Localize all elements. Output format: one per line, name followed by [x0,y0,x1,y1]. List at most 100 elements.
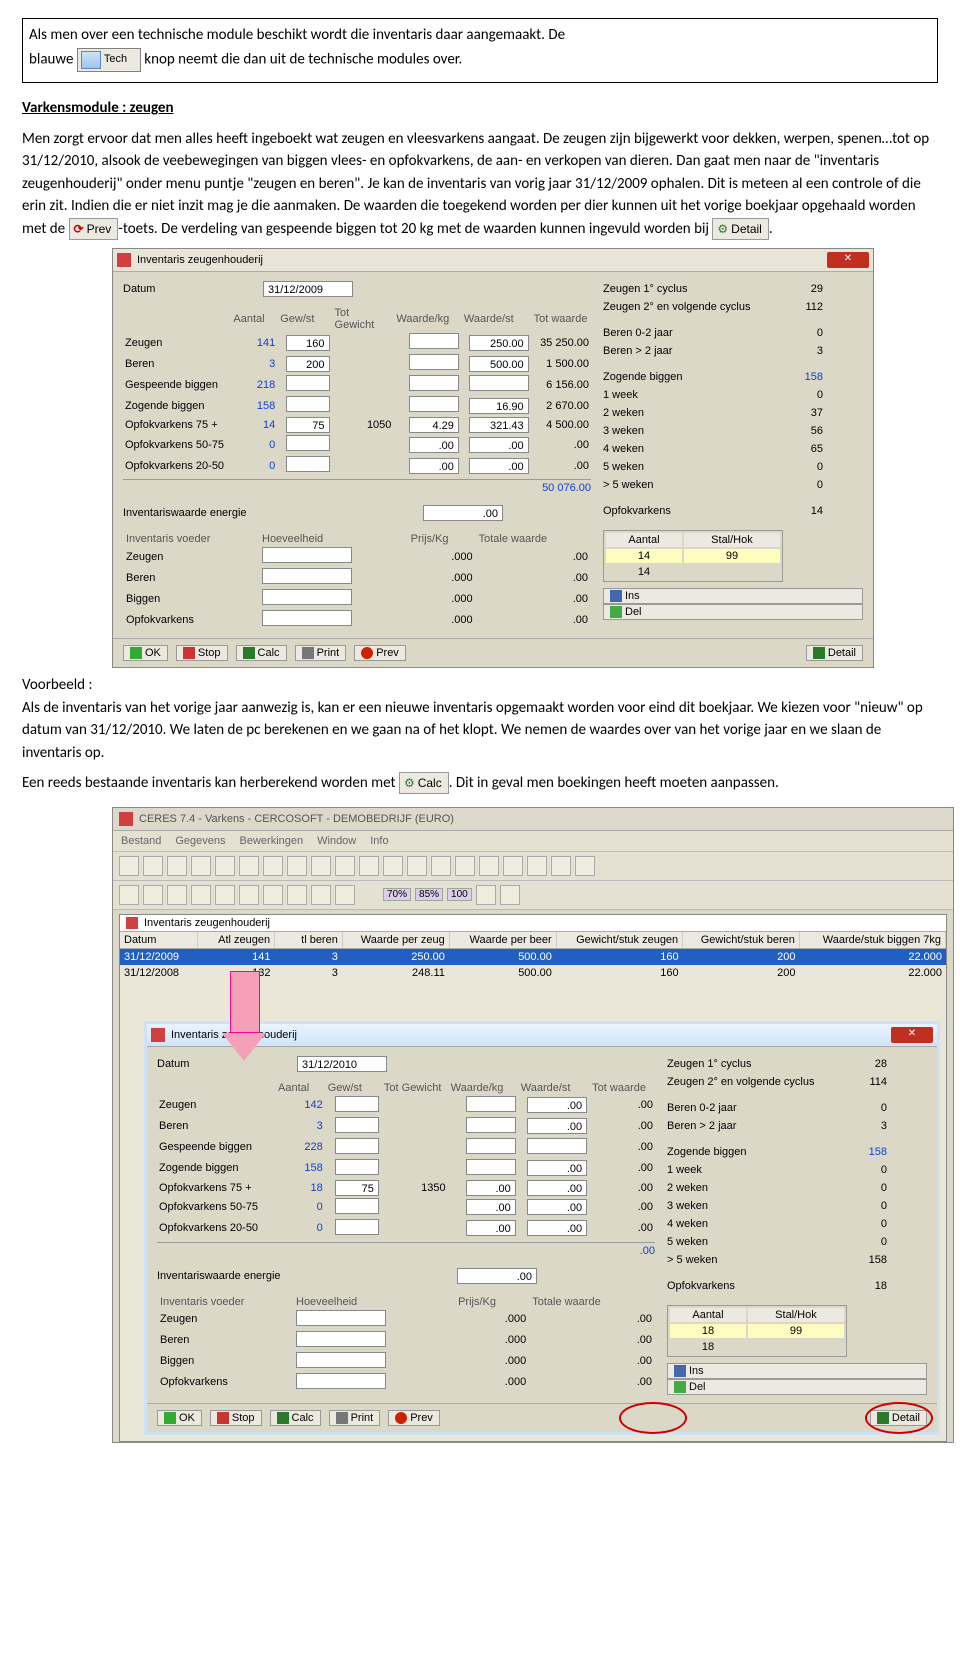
menu-item[interactable]: Bewerkingen [240,835,304,847]
detail-button-inline[interactable]: Detail [712,218,768,240]
toolbar-icon[interactable] [143,885,163,905]
energy-label: Inventariswaarde energie [157,1270,457,1282]
stat-value: 0 [837,1218,887,1230]
table-row: Zeugen 141 160 250.00 35 250.00 [123,332,591,353]
calc-button-inline[interactable]: Calc [399,772,449,794]
toolbar-icon[interactable] [263,885,283,905]
toolbar-icon[interactable] [383,856,403,876]
toolbar-icon[interactable] [215,856,235,876]
toolbar-icon[interactable] [215,885,235,905]
toolbar-icon[interactable] [191,856,211,876]
toolbar-2: 70% 85% 100 [113,881,953,910]
menu-item[interactable]: Window [317,835,356,847]
dialog-title: Inventaris zeugenhouderij [171,1029,891,1041]
ok-button[interactable]: OK [123,645,168,661]
stat-value: 37 [773,407,823,419]
toolbar-icon[interactable] [311,885,331,905]
del-button[interactable]: Del [603,604,863,620]
table-row: Zeugen .000 .00 [123,546,591,567]
ins-button[interactable]: Ins [667,1363,927,1379]
body-text: Als de inventaris van het vorige jaar aa… [22,699,923,762]
stat-label: Zeugen 1° cyclus [667,1058,837,1070]
toolbar-icon[interactable] [575,856,595,876]
toolbar-icon[interactable] [503,856,523,876]
body-text: Men zorgt ervoor dat men alles heeft ing… [22,128,938,241]
toolbar-icon[interactable] [527,856,547,876]
menu-item[interactable]: Bestand [121,835,161,847]
zoom-pct[interactable]: 70% [383,888,411,901]
toolbar-icon[interactable] [335,856,355,876]
menu-item[interactable]: Info [370,835,388,847]
toolbar-icon[interactable] [239,885,259,905]
close-icon[interactable]: ✕ [891,1027,933,1043]
stat-value: 14 [773,505,823,517]
stat-value: 114 [837,1076,887,1088]
toolbar-icon[interactable] [359,856,379,876]
toolbar-icon[interactable] [287,885,307,905]
zoom-pct[interactable]: 85% [415,888,443,901]
list-row[interactable]: 31/12/20091413 250.00500.00160 20022.000 [120,949,946,965]
toolbar-icon[interactable] [335,885,355,905]
toolbar-icon[interactable] [263,856,283,876]
box-text: Als men over een technische module besch… [29,26,565,44]
stat-label: Beren > 2 jaar [667,1120,837,1132]
app-title: CERES 7.4 - Varkens - CERCOSOFT - DEMOBE… [139,813,454,825]
toolbar [113,852,953,881]
stat-value: 158 [837,1254,887,1266]
menu-item[interactable]: Gegevens [175,835,225,847]
app-icon [119,812,133,826]
toolbar-icon[interactable] [119,856,139,876]
stop-button[interactable]: Stop [176,645,228,661]
calc-button[interactable]: Calc [236,645,287,661]
body-text: Een reeds bestaande inventaris kan herbe… [22,772,938,795]
toolbar-icon[interactable] [431,856,451,876]
toolbar-icon[interactable] [455,856,475,876]
tech-button[interactable]: Tech [77,48,141,72]
stop-button[interactable]: Stop [210,1410,262,1426]
energy-input[interactable]: .00 [423,505,503,521]
del-button[interactable]: Del [667,1379,927,1395]
toolbar-icon[interactable] [143,856,163,876]
prev-button-inline[interactable]: Prev [69,218,119,240]
toolbar-icon[interactable] [191,885,211,905]
toolbar-icon[interactable] [167,885,187,905]
table-row: Beren .000 .00 [157,1330,655,1351]
toolbar-icon[interactable] [476,885,496,905]
list-header: DatumAtl zeugentl berenWaarde per zeugWa… [120,932,946,949]
zoom-pct[interactable]: 100 [447,888,472,901]
opfok-table: AantalStal/Hok 1899 18 [667,1305,847,1357]
stat-value: 28 [837,1058,887,1070]
prev-button[interactable]: Prev [354,645,406,661]
opfok-table: AantalStal/Hok 1499 14 [603,530,783,582]
calc-button[interactable]: Calc [270,1410,321,1426]
detail-button[interactable]: Detail [806,645,863,661]
subwindow-title: Inventaris zeugenhouderij [144,917,270,929]
box-text: knop neemt die dan uit de technische mod… [144,51,462,69]
table-row: Opfokvarkens 50-75 0 .00 .00 .00 [123,434,591,455]
stat-label: > 5 weken [667,1254,837,1266]
table-row: Beren 3 200 500.00 1 500.00 [123,353,591,374]
toolbar-icon[interactable] [167,856,187,876]
stat-label: 2 weken [603,407,773,419]
stat-label: Beren 0-2 jaar [667,1102,837,1114]
close-icon[interactable]: ✕ [827,252,869,268]
stat-value: 0 [837,1200,887,1212]
toolbar-icon[interactable] [119,885,139,905]
date-input[interactable]: 31/12/2010 [297,1056,387,1072]
toolbar-icon[interactable] [239,856,259,876]
ok-button[interactable]: OK [157,1410,202,1426]
list-subwindow: Inventaris zeugenhouderij DatumAtl zeuge… [119,914,947,1442]
ins-button[interactable]: Ins [603,588,863,604]
toolbar-icon[interactable] [479,856,499,876]
toolbar-icon[interactable] [500,885,520,905]
prev-button[interactable]: Prev [388,1410,440,1426]
date-input[interactable]: 31/12/2009 [263,281,353,297]
table-row: Beren .000 .00 [123,567,591,588]
toolbar-icon[interactable] [287,856,307,876]
energy-input[interactable]: .00 [457,1268,537,1284]
print-button[interactable]: Print [329,1410,381,1426]
toolbar-icon[interactable] [407,856,427,876]
toolbar-icon[interactable] [311,856,331,876]
toolbar-icon[interactable] [551,856,571,876]
print-button[interactable]: Print [295,645,347,661]
